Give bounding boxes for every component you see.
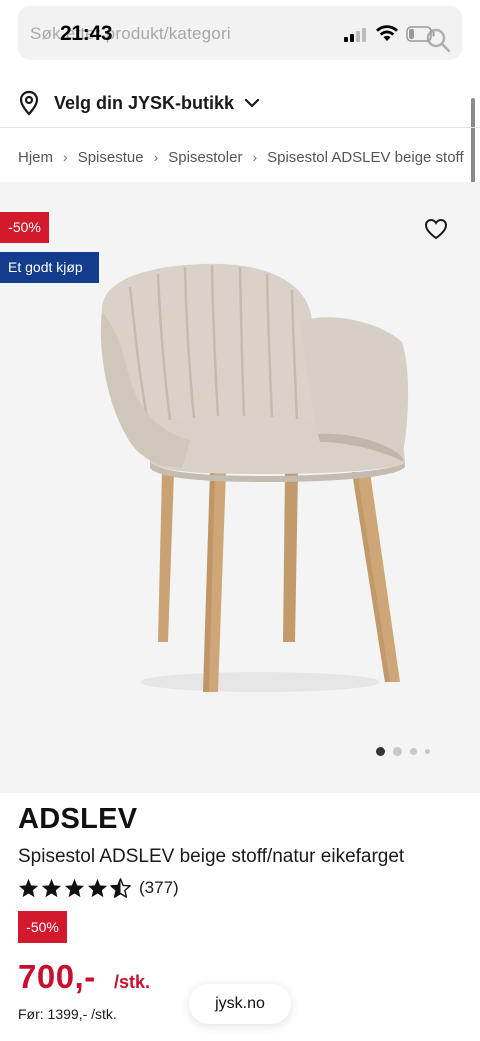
location-pin-icon: [19, 90, 39, 116]
browser-address-pill[interactable]: jysk.no: [189, 984, 291, 1024]
breadcrumb-chevron-icon: ›: [153, 149, 159, 165]
product-description: Spisestol ADSLEV beige stoff/natur eikef…: [18, 846, 405, 867]
breadcrumb-chevron-icon: ›: [63, 149, 68, 165]
star-full-icon: [41, 878, 62, 898]
discount-badge: -50%: [0, 212, 49, 243]
divider: [0, 127, 480, 128]
breadcrumb-current: Spisestol ADSLEV beige stoff: [267, 148, 464, 166]
store-selector-label: Velg din JYSK-butikk: [54, 92, 235, 113]
battery-icon: [406, 26, 435, 42]
cellular-signal-icon: [344, 27, 368, 42]
before-price: Før: 1399,- /stk.: [18, 1006, 117, 1022]
rating-count: (377): [139, 878, 179, 897]
price-discount-badge: -50%: [18, 911, 67, 943]
pagination-dot[interactable]: [410, 748, 417, 755]
wifi-icon: [376, 25, 398, 41]
pagination-dot[interactable]: [425, 749, 430, 754]
product-rating[interactable]: (377): [18, 876, 179, 900]
product-price: 700,-: [18, 958, 96, 995]
breadcrumb-chevron-icon: ›: [252, 149, 258, 165]
heart-icon[interactable]: [424, 218, 448, 240]
breadcrumb: Hjem › Spisestue › Spisestoler › Spisest…: [18, 146, 468, 168]
store-selector[interactable]: Velg din JYSK-butikk: [18, 88, 260, 118]
chevron-down-icon: [244, 98, 260, 108]
star-full-icon: [87, 878, 108, 898]
product-image[interactable]: [90, 262, 420, 702]
breadcrumb-home[interactable]: Hjem: [18, 149, 53, 166]
breadcrumb-spisestue[interactable]: Spisestue: [78, 149, 144, 166]
deal-badge: Et godt kjøp: [0, 252, 99, 283]
gallery-pagination[interactable]: [376, 747, 438, 756]
scroll-indicator: [471, 98, 475, 190]
price-unit: /stk.: [114, 972, 151, 992]
product-gallery[interactable]: -50% Et godt kjøp: [0, 182, 480, 793]
status-time: 21:43: [60, 22, 113, 45]
product-name: ADSLEV: [18, 803, 138, 835]
star-full-icon: [18, 878, 39, 898]
star-full-icon: [64, 878, 85, 898]
pagination-dot-active[interactable]: [376, 747, 385, 756]
breadcrumb-spisestoler[interactable]: Spisestoler: [168, 149, 242, 166]
star-half-icon: [110, 878, 131, 898]
pagination-dot[interactable]: [393, 747, 402, 756]
